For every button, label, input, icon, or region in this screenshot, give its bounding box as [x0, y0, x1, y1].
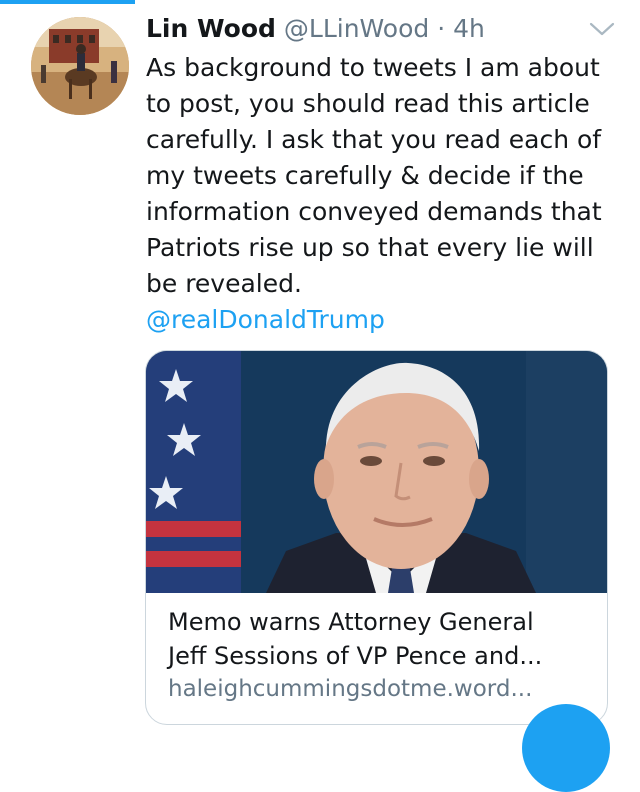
- compose-tweet-button[interactable]: [522, 704, 610, 792]
- loading-progress-bar: [0, 0, 135, 4]
- tweet-text: As background to tweets I am about to po…: [146, 53, 602, 298]
- author-handle[interactable]: @LLinWood: [284, 14, 429, 43]
- card-domain: haleighcummingsdotme.word...: [168, 676, 533, 702]
- link-preview-card[interactable]: Memo warns Attorney General Jeff Session…: [145, 350, 608, 725]
- tweet-header: Lin Wood @LLinWood · 4h: [146, 12, 600, 46]
- meta-separator: ·: [437, 14, 446, 43]
- author-avatar[interactable]: [31, 17, 129, 115]
- chevron-down-icon: [589, 22, 615, 36]
- tweet-menu-button[interactable]: [588, 18, 616, 40]
- card-title: Memo warns Attorney General Jeff Session…: [168, 608, 543, 670]
- card-thumbnail-image: [146, 351, 607, 593]
- tweet-body: As background to tweets I am about to po…: [146, 50, 616, 338]
- author-name[interactable]: Lin Wood: [146, 14, 276, 43]
- tweet-timestamp[interactable]: 4h: [453, 14, 485, 43]
- avatar-image: [31, 17, 129, 115]
- mention-link[interactable]: @realDonaldTrump: [146, 302, 616, 338]
